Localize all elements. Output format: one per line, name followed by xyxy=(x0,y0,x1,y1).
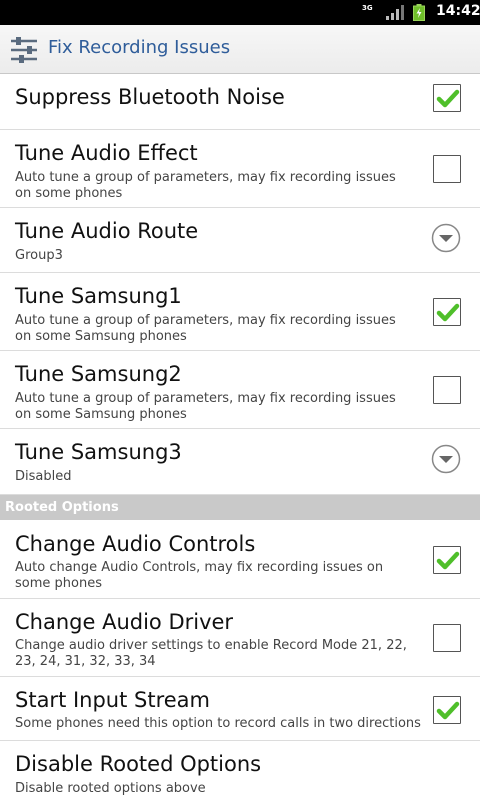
pref-summary: Auto tune a group of parameters, may fix… xyxy=(15,313,396,344)
checkmark-icon xyxy=(436,701,460,720)
pref-tune-samsung2[interactable]: Tune Samsung2 Auto tune a group of param… xyxy=(0,351,480,429)
settings-sliders-icon xyxy=(11,37,37,63)
checkmark-icon xyxy=(436,551,460,570)
dropdown-arrow-icon[interactable] xyxy=(431,223,461,253)
pref-title: Tune Audio Effect xyxy=(15,141,198,165)
checkbox-unchecked[interactable] xyxy=(433,376,461,404)
checkbox-unchecked[interactable] xyxy=(433,624,461,652)
pref-summary: Disabled xyxy=(15,469,72,484)
checkbox-checked[interactable] xyxy=(433,696,461,724)
pref-tune-samsung1[interactable]: Tune Samsung1 Auto tune a group of param… xyxy=(0,273,480,351)
pref-tune-audio-route[interactable]: Tune Audio Route Group3 xyxy=(0,208,480,273)
pref-tune-audio-effect[interactable]: Tune Audio Effect Auto tune a group of p… xyxy=(0,130,480,208)
checkmark-icon xyxy=(436,303,460,322)
network-type-icon: 3G xyxy=(362,4,373,12)
pref-title: Start Input Stream xyxy=(15,688,211,712)
checkmark-icon xyxy=(436,89,460,108)
preferences-list: Suppress Bluetooth Noise Tune Audio Effe… xyxy=(0,74,480,800)
checkbox-checked[interactable] xyxy=(433,298,461,326)
pref-title: Disable Rooted Options xyxy=(15,752,262,776)
pref-tune-samsung3[interactable]: Tune Samsung3 Disabled xyxy=(0,429,480,495)
pref-title: Tune Samsung2 xyxy=(15,362,182,386)
pref-title: Change Audio Controls xyxy=(15,532,256,556)
pref-suppress-bluetooth-noise[interactable]: Suppress Bluetooth Noise xyxy=(0,74,480,130)
dropdown-arrow-icon[interactable] xyxy=(431,444,461,474)
title-bar: Fix Recording Issues xyxy=(0,25,480,74)
pref-disable-rooted-options[interactable]: Disable Rooted Options Disable rooted op… xyxy=(0,741,480,800)
signal-strength-icon xyxy=(386,5,404,20)
pref-summary: Some phones need this option to record c… xyxy=(15,716,421,731)
pref-title: Suppress Bluetooth Noise xyxy=(15,85,285,109)
clock: 14:42 xyxy=(436,3,480,19)
pref-title: Tune Samsung3 xyxy=(15,440,182,464)
pref-title: Change Audio Driver xyxy=(15,610,234,634)
pref-title: Tune Audio Route xyxy=(15,219,199,243)
checkbox-checked[interactable] xyxy=(433,546,461,574)
page-title: Fix Recording Issues xyxy=(48,37,231,58)
pref-summary: Disable rooted options above xyxy=(15,781,206,796)
pref-summary: Change audio driver settings to enable R… xyxy=(15,638,407,669)
section-header-rooted-options: Rooted Options xyxy=(0,495,480,520)
checkbox-unchecked[interactable] xyxy=(433,155,461,183)
checkbox-checked[interactable] xyxy=(433,84,461,112)
pref-change-audio-controls[interactable]: Change Audio Controls Auto change Audio … xyxy=(0,520,480,599)
battery-charging-icon xyxy=(413,4,425,21)
pref-summary: Group3 xyxy=(15,248,63,263)
pref-title: Tune Samsung1 xyxy=(15,284,182,308)
pref-summary: Auto change Audio Controls, may fix reco… xyxy=(15,560,384,591)
status-bar: 3G 14:42 xyxy=(0,0,480,25)
pref-change-audio-driver[interactable]: Change Audio Driver Change audio driver … xyxy=(0,599,480,677)
pref-summary: Auto tune a group of parameters, may fix… xyxy=(15,391,396,422)
pref-summary: Auto tune a group of parameters, may fix… xyxy=(15,170,396,201)
pref-start-input-stream[interactable]: Start Input Stream Some phones need this… xyxy=(0,677,480,741)
